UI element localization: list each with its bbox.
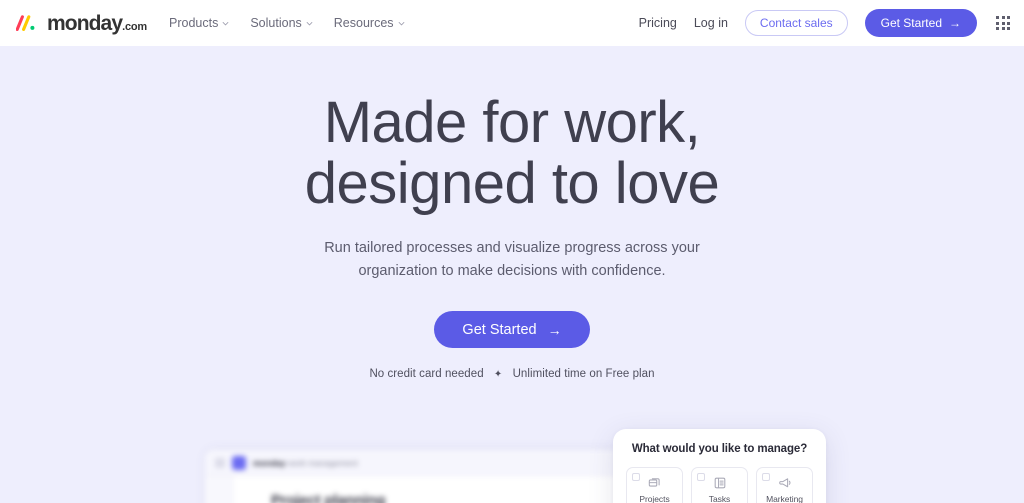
hero-microcopy: No credit card needed ✦ Unlimited time o… bbox=[0, 368, 1024, 380]
onboarding-tile-grid: Projects Tasks Marketing bbox=[626, 467, 813, 503]
checkbox[interactable] bbox=[697, 473, 705, 481]
product-screenshot-body: Project planning bbox=[205, 476, 623, 503]
onboarding-tile-projects[interactable]: Projects bbox=[626, 467, 683, 503]
hero-get-started-label: Get Started bbox=[462, 321, 537, 338]
site-header: monday.com Products Solutions Resources bbox=[0, 0, 1024, 46]
checkbox[interactable] bbox=[762, 473, 770, 481]
page-title: Made for work, designed to love bbox=[0, 92, 1024, 214]
chevron-down-icon bbox=[306, 21, 313, 25]
nav-item-solutions[interactable]: Solutions bbox=[250, 16, 313, 30]
menu-icon bbox=[215, 457, 225, 468]
checkbox[interactable] bbox=[632, 473, 640, 481]
hero-section: Made for work, designed to love Run tail… bbox=[0, 46, 1024, 503]
onboarding-tile-label: Tasks bbox=[708, 494, 731, 503]
hero-get-started-button[interactable]: Get Started → bbox=[434, 311, 590, 348]
hero-content: Made for work, designed to love Run tail… bbox=[0, 46, 1024, 380]
primary-nav: Products Solutions Resources bbox=[169, 16, 405, 30]
onboarding-tile-label: Marketing bbox=[766, 494, 803, 503]
nav-item-products[interactable]: Products bbox=[169, 16, 229, 30]
product-board-title: Project planning bbox=[271, 492, 386, 503]
login-link[interactable]: Log in bbox=[694, 16, 728, 30]
header-actions: Pricing Log in Contact sales Get Started… bbox=[639, 9, 1010, 37]
headline-line-2: designed to love bbox=[304, 151, 720, 216]
product-logo-icon bbox=[232, 455, 246, 470]
onboarding-card: What would you like to manage? Projects bbox=[613, 429, 826, 503]
microcopy-no-credit-card: No credit card needed bbox=[369, 368, 484, 380]
product-screenshot-topbar: monday work management bbox=[205, 450, 623, 476]
subheading-line-1: Run tailored processes and visualize pro… bbox=[324, 240, 700, 256]
product-main-area: Project planning bbox=[233, 476, 623, 503]
arrow-right-icon: → bbox=[949, 16, 961, 30]
logo-dotcom: .com bbox=[122, 20, 147, 33]
onboarding-tile-marketing[interactable]: Marketing bbox=[756, 467, 813, 503]
hero-subheading: Run tailored processes and visualize pro… bbox=[0, 237, 1024, 283]
product-brand-label: monday work management bbox=[253, 457, 358, 468]
nav-item-label: Resources bbox=[333, 16, 394, 30]
nav-item-label: Solutions bbox=[250, 16, 302, 30]
page-root: monday.com Products Solutions Resources bbox=[0, 0, 1024, 503]
nav-item-resources[interactable]: Resources bbox=[334, 16, 405, 30]
megaphone-icon bbox=[778, 478, 791, 488]
monday-logo[interactable]: monday.com bbox=[16, 13, 147, 34]
sparkle-separator-icon: ✦ bbox=[493, 368, 503, 380]
header-get-started-button[interactable]: Get Started → bbox=[864, 9, 977, 37]
arrow-right-icon: → bbox=[547, 321, 562, 338]
microcopy-free-plan: Unlimited time on Free plan bbox=[512, 368, 655, 380]
subheading-line-2: organization to make decisions with conf… bbox=[358, 263, 666, 279]
contact-sales-button[interactable]: Contact sales bbox=[744, 10, 848, 36]
logo-wordmark: monday.com bbox=[47, 11, 147, 35]
header-get-started-label: Get Started bbox=[880, 16, 942, 30]
product-screenshot-preview: monday work management Project planning bbox=[205, 450, 623, 503]
checklist-icon bbox=[714, 477, 725, 489]
boards-stack-icon bbox=[648, 478, 660, 487]
headline-line-1: Made for work, bbox=[323, 90, 701, 155]
chevron-down-icon bbox=[223, 21, 229, 25]
onboarding-tile-label: Projects bbox=[639, 494, 670, 503]
chevron-down-icon bbox=[398, 21, 404, 25]
monday-logo-mark-icon bbox=[16, 15, 35, 31]
nav-item-label: Products bbox=[169, 16, 219, 30]
product-sidebar-rail bbox=[205, 476, 233, 503]
onboarding-card-title: What would you like to manage? bbox=[631, 443, 808, 455]
hero-cta-wrapper: Get Started → bbox=[0, 311, 1024, 348]
onboarding-tile-tasks[interactable]: Tasks bbox=[691, 467, 748, 503]
apps-grid-icon[interactable] bbox=[996, 16, 1010, 30]
pricing-link[interactable]: Pricing bbox=[639, 16, 677, 30]
